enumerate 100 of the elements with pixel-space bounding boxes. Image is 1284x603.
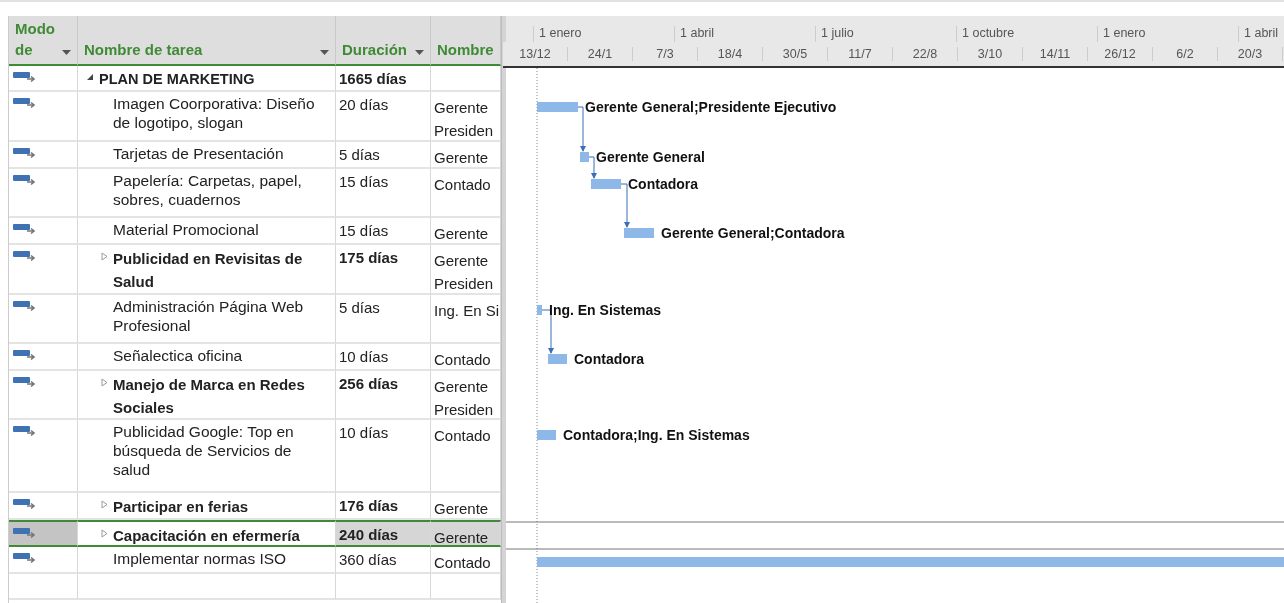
timescale-label: 14/11 [1023, 46, 1088, 61]
expand-arrow-icon[interactable] [101, 500, 108, 509]
bar-label: Ing. En Sistemas [549, 301, 662, 318]
task-name: Manejo de Marca en Redes Sociales [113, 375, 306, 418]
timescale-label: 22/8 [893, 46, 958, 61]
duration-text: 1665 días [339, 70, 407, 87]
task-name: Implementar normas ISO [113, 549, 288, 568]
dependency-arrow [588, 156, 597, 179]
task-bar[interactable] [548, 353, 567, 364]
task-name: Administración Página Web Profesional [113, 297, 305, 335]
resource-text: Presiden [434, 274, 495, 293]
timescale-label: 18/4 [698, 46, 763, 61]
task-mode-icon [13, 97, 35, 109]
bar-label: Gerente General;Contadora [661, 224, 845, 241]
resource-text: Gerente [434, 377, 490, 397]
task-name: Imagen Coorporativa: Diseño de logotipo, slogan [113, 94, 316, 132]
resource-text: Gerente [434, 499, 490, 518]
resource-text: Contado [434, 426, 492, 446]
timescale-label: 26/12 [1088, 46, 1153, 61]
bar-label: Contadora;Ing. En Sistemas [563, 426, 750, 443]
timescale-label: 1 enero [533, 25, 674, 42]
timescale-label: 3/10 [958, 46, 1023, 61]
task-bar[interactable] [591, 178, 621, 189]
timescale-label: 1 abril [674, 25, 815, 42]
task-mode-icon [13, 223, 35, 235]
duration-text: 15 días [339, 173, 389, 190]
task-name: Capacitación en efermería [113, 526, 301, 545]
timescale-label: 24/1 [568, 46, 633, 61]
resource-text: Contado [434, 350, 492, 369]
task-mode-icon [13, 250, 35, 262]
bar-label: Contadora [574, 350, 644, 367]
task-mode-icon [13, 349, 35, 361]
resource-text: Contado [434, 553, 492, 572]
task-mode-icon [13, 425, 35, 437]
dropdown-caret-icon [320, 50, 329, 55]
task-name: Papelería: Carpetas, papel, sobres, cuadernos [113, 171, 303, 209]
timescale-label: 30/5 [763, 46, 828, 61]
task-mode-icon [13, 498, 35, 510]
dependency-arrow [577, 106, 586, 152]
bar-label: Gerente General [596, 148, 705, 165]
task-name: Publicidad Google: Top en búsqueda de Servicios de salud [113, 422, 295, 479]
expand-arrow-icon[interactable] [101, 529, 108, 538]
resource-text: Presiden [434, 400, 495, 418]
resource-text: Presiden [434, 121, 495, 140]
dropdown-caret-icon [62, 50, 71, 55]
duration-text: 175 días [339, 249, 399, 266]
duration-text: 5 días [339, 299, 380, 316]
dropdown-caret-icon [415, 50, 424, 55]
column-header[interactable]: Duración [336, 16, 431, 66]
task-bar[interactable] [624, 227, 654, 238]
task-bar[interactable] [537, 556, 1284, 567]
column-header[interactable]: Modo de [9, 16, 78, 66]
task-name: Tarjetas de Presentación [113, 144, 285, 163]
duration-text: 5 días [339, 146, 380, 163]
task-mode-icon [13, 71, 35, 83]
task-bar[interactable] [537, 101, 578, 112]
expand-arrow-icon[interactable] [101, 378, 108, 387]
task-name: Señalectica oficina [113, 346, 244, 365]
timescale-label: 7/3 [633, 46, 698, 61]
task-mode-icon [13, 174, 35, 186]
resource-text: Gerente [434, 528, 490, 545]
duration-text: 360 días [339, 551, 397, 568]
timescale-label: 6/2 [1153, 46, 1218, 61]
expand-arrow-icon[interactable] [101, 252, 108, 261]
timescale-label: 1 enero [1097, 25, 1238, 42]
collapse-arrow-icon[interactable] [87, 73, 94, 82]
column-header[interactable]: Nombre de tarea [78, 16, 336, 66]
resource-text: Gerente [434, 98, 490, 118]
task-mode-icon [13, 527, 35, 539]
task-name: Publicidad en Revisitas de Salud [113, 249, 304, 292]
duration-text: 15 días [339, 222, 389, 239]
timescale-label: 13/12 [503, 46, 568, 61]
resource-text: Contado [434, 175, 492, 195]
timescale-label: 1 octubre [956, 25, 1097, 42]
task-mode-icon [13, 552, 35, 564]
bar-label: Contadora [628, 175, 698, 192]
duration-text: 10 días [339, 348, 389, 365]
task-name: Material Promocional [113, 220, 260, 239]
task-mode-icon [13, 300, 35, 312]
timescale-label: 1 julio [815, 25, 956, 42]
duration-text: 256 días [339, 375, 399, 392]
duration-text: 10 días [339, 424, 389, 441]
bar-label: Gerente General;Presidente Ejecutivo [585, 98, 837, 115]
resource-text: Gerente [434, 224, 490, 243]
task-bar[interactable] [580, 151, 589, 162]
duration-text: 20 días [339, 96, 389, 113]
task-bar[interactable] [537, 429, 556, 440]
duration-text: 176 días [339, 497, 399, 514]
timescale-label: 20/3 [1218, 46, 1283, 61]
task-name: Participar en ferias [113, 497, 250, 517]
task-mode-icon [13, 147, 35, 159]
resource-text: Gerente [434, 251, 490, 271]
duration-text: 240 días [339, 526, 399, 543]
column-header[interactable]: Nombre [431, 16, 501, 66]
resource-text: Ing. En Si [434, 301, 500, 321]
task-bar[interactable] [537, 304, 542, 315]
task-mode-icon [13, 376, 35, 388]
timescale-label: 1 abril [1238, 25, 1284, 42]
timescale-label: 11/7 [828, 46, 893, 61]
task-name: PLAN DE MARKETING [99, 70, 256, 89]
